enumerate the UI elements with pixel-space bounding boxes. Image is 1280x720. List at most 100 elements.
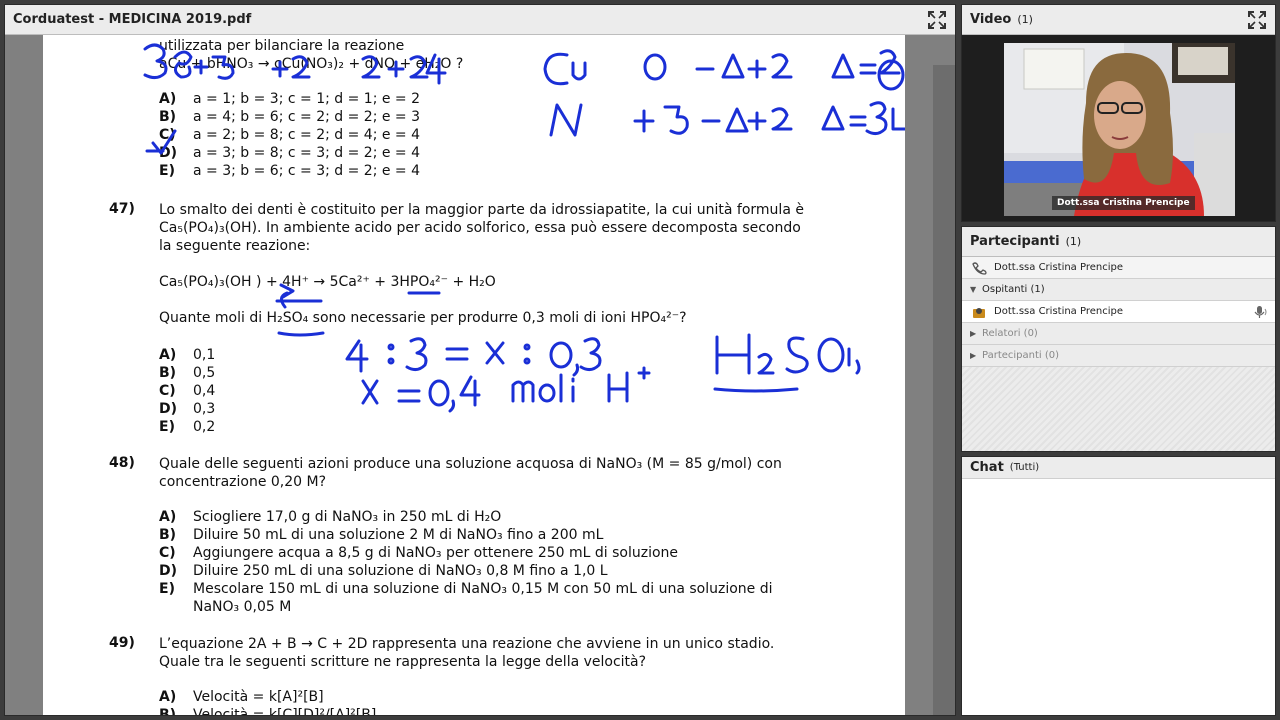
q46-option-a: a = 1; b = 3; c = 1; d = 1; e = 2: [193, 91, 421, 107]
ink-stroke: [757, 352, 775, 375]
ink-stroke: [428, 379, 450, 407]
q47-option-letter: C): [159, 383, 176, 399]
ink-stroke: [345, 339, 369, 373]
q47-option-a: 0,1: [193, 347, 216, 363]
q48-text-line2: concentrazione 0,20 M?: [159, 474, 327, 490]
q48-option-letter: D): [159, 563, 178, 579]
q49-option-letter: A): [159, 689, 177, 705]
q47-text-line3: la seguente reazione:: [159, 238, 311, 254]
ink-stroke: [579, 337, 602, 372]
document-pod-header: Corduatest - MEDICINA 2019.pdf: [5, 5, 955, 35]
chat-messages[interactable]: [962, 479, 1275, 715]
video-count: (1): [1017, 13, 1033, 26]
group-participants-label: Partecipanti (0): [982, 350, 1060, 361]
fullscreen-icon[interactable]: [1247, 10, 1267, 30]
ink-stroke: [821, 105, 867, 131]
ink-stroke: [607, 366, 651, 403]
ink-stroke: [771, 107, 793, 131]
q46-option-letter: A): [159, 91, 177, 107]
group-presenters[interactable]: ▶ Relatori (0): [962, 323, 1275, 345]
presenter-image: [1004, 43, 1235, 216]
fullscreen-icon[interactable]: [927, 10, 947, 30]
ink-stroke: [785, 336, 809, 374]
q47-text-line2: Ca₅(PO₄)₃(OH). In ambiente acido per aci…: [159, 220, 801, 236]
q48-option-d: Diluire 250 mL di una soluzione di NaNO₃…: [193, 563, 608, 579]
ink-stroke: [695, 53, 745, 79]
q47-option-letter: D): [159, 401, 178, 417]
q48-number: 48): [109, 455, 135, 471]
q47-reaction: Ca₅(PO₄)₃(OH ) + 4H⁺ → 5Ca²⁺ + 3HPO₄²⁻ +…: [159, 274, 496, 290]
q48-option-e: Mescolare 150 mL di una soluzione di NaN…: [193, 581, 773, 597]
document-viewer[interactable]: utilizzata per bilanciare la reazione aC…: [5, 35, 955, 715]
webcam-video[interactable]: Dott.ssa Cristina Prencipe: [1004, 43, 1235, 216]
q48-option-letter: B): [159, 527, 177, 543]
video-title: Video: [970, 12, 1012, 27]
q49-text-line1: L’equazione 2A + B → C + 2D rappresenta …: [159, 636, 775, 652]
chevron-right-icon: ▶: [970, 351, 977, 360]
ink-stroke: [397, 389, 421, 403]
q47-text-line1: Lo smalto dei denti è costituito per la …: [159, 202, 804, 218]
microphone-icon[interactable]: [1251, 305, 1269, 319]
q46-option-letter: B): [159, 109, 177, 125]
video-pod-header: Video (1): [962, 5, 1275, 35]
participants-title: Partecipanti: [970, 234, 1060, 249]
q46-option-d: a = 3; b = 8; c = 3; d = 2; e = 4: [193, 145, 421, 161]
participants-pod-header: Partecipanti (1): [962, 227, 1275, 257]
group-hosts[interactable]: ▼ Ospitanti (1): [962, 279, 1275, 301]
ink-stroke: [523, 343, 531, 351]
q46-text-line1: utilizzata per bilanciare la reazione: [159, 38, 405, 54]
q48-option-c: Aggiungere acqua a 8,5 g di NaNO₃ per ot…: [193, 545, 679, 561]
ink-stroke: [543, 52, 569, 86]
q46-option-c: a = 2; b = 8; c = 2; d = 4; e = 4: [193, 127, 421, 143]
group-participants[interactable]: ▶ Partecipanti (0): [962, 345, 1275, 367]
video-pod: Video (1) Dott.ssa Cristina Prencipe: [961, 4, 1276, 222]
ink-stroke: [277, 331, 325, 337]
q46-reaction: aCu + bHNO₃ → cCu(NO₃)₂ + dNO + eH₂O ?: [159, 56, 464, 72]
chat-pod: Chat (Tutti): [961, 456, 1276, 716]
q48-option-e-line2: NaNO₃ 0,05 M: [193, 599, 292, 615]
ink-stroke: [448, 399, 456, 413]
ink-stroke: [538, 383, 556, 403]
app-root: Corduatest - MEDICINA 2019.pdf utilizzat…: [0, 0, 1280, 720]
q48-option-a: Sciogliere 17,0 g di NaNO₃ in 250 mL di …: [193, 509, 502, 525]
participant-row[interactable]: Dott.ssa Cristina Prencipe: [962, 301, 1275, 323]
document-pod: Corduatest - MEDICINA 2019.pdf utilizzat…: [4, 4, 956, 716]
ink-stroke: [559, 373, 575, 403]
participant-host-row[interactable]: Dott.ssa Cristina Prencipe: [962, 257, 1275, 279]
q47-option-letter: B): [159, 365, 177, 381]
ink-stroke: [865, 101, 888, 136]
ink-stroke: [549, 341, 573, 369]
q46-option-letter: C): [159, 127, 176, 143]
ink-stroke: [572, 363, 580, 377]
chevron-right-icon: ▶: [970, 329, 977, 338]
ink-stroke: [361, 379, 379, 405]
phone-icon: [970, 261, 988, 275]
q47-question: Quante moli di H₂SO₄ sono necessarie per…: [159, 310, 687, 326]
q46-option-b: a = 4; b = 6; c = 2; d = 2; e = 3: [193, 109, 421, 125]
chevron-down-icon: ▼: [970, 285, 977, 294]
q49-option-letter: B): [159, 707, 177, 716]
chat-title: Chat: [970, 460, 1004, 475]
ink-stroke: [445, 347, 469, 361]
ink-stroke: [405, 337, 428, 372]
chat-pod-header: Chat (Tutti): [962, 457, 1275, 479]
ink-stroke: [511, 380, 535, 403]
q47-option-e: 0,2: [193, 419, 216, 435]
ink-stroke: [459, 375, 481, 407]
q48-option-letter: C): [159, 545, 176, 561]
host-user-icon: [970, 305, 988, 319]
chat-scope[interactable]: (Tutti): [1010, 462, 1039, 473]
q48-option-letter: A): [159, 509, 177, 525]
participants-pod: Partecipanti (1) Dott.ssa Cristina Prenci…: [961, 226, 1276, 452]
q47-option-letter: E): [159, 419, 175, 435]
q46-option-letter: D): [159, 145, 178, 161]
ink-stroke: [701, 107, 767, 133]
participants-list: Dott.ssa Cristina Prencipe ▼ Ospitanti (…: [962, 257, 1275, 451]
document-scrollbar[interactable]: [933, 65, 955, 715]
ink-stroke: [715, 333, 751, 375]
participant-host-name: Dott.ssa Cristina Prencipe: [994, 262, 1124, 273]
participants-count: (1): [1065, 235, 1082, 248]
q47-option-c: 0,4: [193, 383, 216, 399]
q49-option-a: Velocità = k[A]²[B]: [193, 689, 324, 705]
ink-stroke: [643, 53, 667, 81]
